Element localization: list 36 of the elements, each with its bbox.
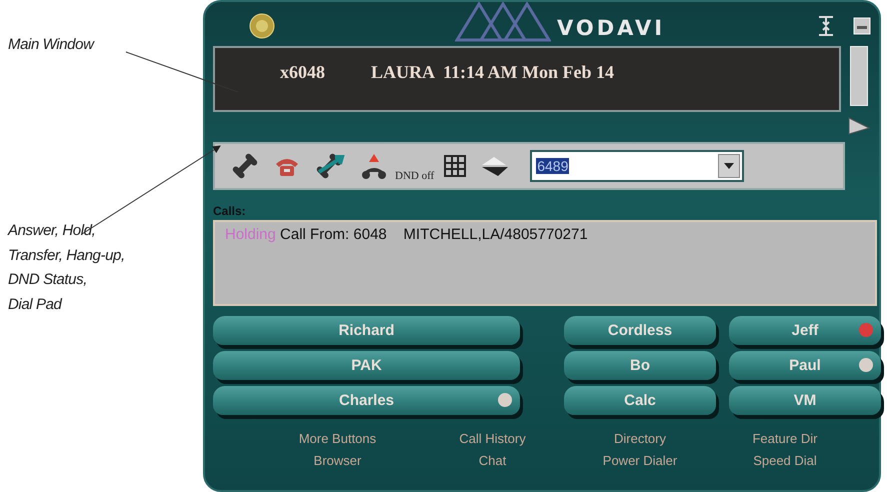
dial-pad-icon[interactable] [444, 155, 466, 177]
speed-dial-button[interactable]: Cordless [564, 316, 716, 345]
feature-link[interactable]: Speed Dial [753, 453, 817, 468]
dial-dropdown[interactable]: 6489 [530, 150, 744, 182]
compact-icon[interactable] [817, 15, 835, 37]
minimize-icon[interactable] [853, 17, 871, 35]
speed-dial-button[interactable]: PAK [213, 351, 520, 380]
speed-dial-button[interactable]: Richard [213, 316, 520, 345]
feature-link[interactable]: Directory [614, 431, 666, 446]
speed-dial-button[interactable]: Charles [213, 386, 520, 415]
feature-link[interactable]: Browser [314, 453, 362, 468]
feature-link[interactable]: More Buttons [298, 431, 376, 446]
hang-up-icon[interactable] [359, 152, 389, 180]
handset-icon[interactable] [231, 152, 259, 180]
dnd-status-text[interactable]: DND off [395, 170, 434, 182]
play-arrow-icon[interactable] [847, 116, 871, 136]
feature-link[interactable]: Feature Dir [752, 431, 818, 446]
speed-dial-button[interactable]: VM [729, 386, 881, 415]
annotation-text: Answer, Hold, Transfer, Hang-up, DND Status, Dial Pad [8, 221, 126, 314]
speed-dial-button[interactable]: Paul [729, 351, 881, 380]
feature-link[interactable]: Chat [478, 453, 506, 468]
call-entry[interactable]: Holding Call From: 6048 MITCHELL,LA/4805770271 [225, 226, 865, 243]
annotation-text: Main Window [8, 36, 94, 53]
orb-icon[interactable] [249, 13, 275, 39]
speed-dial-button[interactable]: Bo [564, 351, 716, 380]
feature-link[interactable]: Call History [459, 431, 526, 446]
speed-dial-button[interactable]: Jeff [729, 316, 881, 345]
status-text: LAURA 11:14 AM Mon Feb 14 [371, 62, 614, 83]
extension-text: x6048 [280, 62, 325, 83]
transfer-icon[interactable] [315, 152, 345, 180]
speed-dial-button[interactable]: Calc [564, 386, 716, 415]
scrollbar[interactable] [850, 46, 868, 106]
feature-link[interactable]: Power Dialer [602, 453, 678, 468]
logo-text: VODAVI [557, 16, 666, 40]
redial-arrow-icon[interactable] [480, 155, 510, 177]
calls-label: Calls: [213, 204, 247, 220]
